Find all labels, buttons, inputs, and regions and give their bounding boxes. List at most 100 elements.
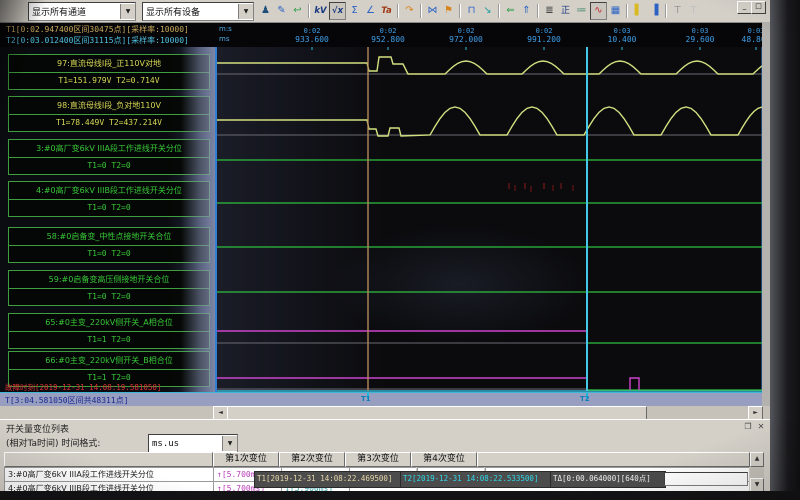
- waveform-header: T1[0:02.947400区间30475点][采样率:10000] T2[0:…: [0, 23, 770, 47]
- ta-time-icon[interactable]: Ta: [379, 3, 394, 19]
- blue-cursor-icon[interactable]: ▐: [647, 3, 662, 19]
- t2-interval-summary: T2[0:03.012400区间31115点][采样率:10000]: [6, 35, 189, 46]
- channel-box-97[interactable]: 97:直流母线I段_正110V对地T1=151.979V T2=0.714V: [8, 54, 210, 90]
- breaker-trace-ch66: [216, 378, 587, 390]
- monitor-bezel-right: [770, 0, 800, 500]
- switch-change-panel: 开关量变位列表 ❐ ✕ (相对Ta时间) 时间格式: ms.us ▼ 第1次变位…: [0, 419, 770, 492]
- time-tick: 0:02933.600: [284, 27, 340, 44]
- channel-box-65[interactable]: 65:#0主变_220kV侧开关_A相合位T1=1 T2=0: [8, 313, 210, 349]
- axis-unit-ms: ms: [219, 35, 229, 43]
- table-header-2[interactable]: 第2次变位: [279, 452, 345, 467]
- float-panel-icon[interactable]: ❐: [742, 422, 754, 431]
- t1-interval-summary: T1[0:02.947400区间30475点][采样率:10000]: [6, 24, 189, 35]
- fault-time-text: 故障时刻[2019-12-31 14:08:19.581050]: [5, 382, 161, 393]
- status-t2-time: T2[2019-12-31 14:08:22.533500]: [400, 471, 552, 488]
- zheng-count-icon[interactable]: 正: [558, 3, 573, 19]
- t2-tag-icon[interactable]: T: [686, 3, 701, 19]
- status-delta-time: TΔ[0:00.064000][640点]: [550, 471, 666, 488]
- t1-tag-icon[interactable]: T: [670, 3, 685, 19]
- swap-arrow-icon[interactable]: ↘: [480, 3, 495, 19]
- time-tick: 0:0310.400: [594, 27, 650, 44]
- table-corner-header: [4, 452, 213, 467]
- status-input-field[interactable]: [664, 472, 748, 486]
- status-t1-time: T1[2019-12-31 14:08:22.469500]: [254, 471, 402, 488]
- time-format-label: (相对Ta时间) 时间格式:: [6, 436, 100, 449]
- time-tick: 0:02991.200: [516, 27, 572, 44]
- channel-list-panel: 97:直流母线I段_正110V对地T1=151.979V T2=0.714V 9…: [0, 47, 215, 392]
- time-format-select[interactable]: ms.us ▼: [148, 434, 238, 453]
- analog-list-icon[interactable]: ≣: [542, 3, 557, 19]
- undo-arrow-icon[interactable]: ↩: [290, 3, 305, 19]
- kilovolt-icon[interactable]: kV: [313, 3, 328, 19]
- table-header-filler: [477, 452, 750, 467]
- analog-trace-ch97: [216, 57, 762, 74]
- phase-angle-icon[interactable]: ∠: [363, 3, 378, 19]
- table-header-1[interactable]: 第1次变位: [213, 452, 279, 467]
- table-row-name[interactable]: 3:#0高厂变6kV IIIA段工作进线开关分位: [4, 467, 215, 482]
- jump-arrow-icon[interactable]: ↷: [402, 3, 417, 19]
- channel-box-58[interactable]: 58:#0启备变_中性点接地开关合位T1=0 T2=0: [8, 227, 210, 263]
- overlap-view-icon[interactable]: ⊓: [464, 3, 479, 19]
- toolbar-separator: [498, 4, 500, 18]
- channel-box-3[interactable]: 3:#0高厂变6kV IIIA段工作进线开关分位T1=0 T2=0: [8, 139, 210, 175]
- device-filter-value: 显示所有设备: [143, 5, 238, 18]
- toolbar-separator: [397, 4, 399, 18]
- toolbar-icons: ♟ ✎ ↩ kV √x Σ ∠ Ta ↷ ⋈ ⚑ ⊓ ↘ ⇐ ⇑ ≣ 正 ≔ ∿…: [258, 2, 701, 20]
- time-tick: 0:02972.000: [438, 27, 494, 44]
- horizontal-scrollbar[interactable]: ◄ ►: [0, 406, 770, 419]
- cursor-t2-label[interactable]: T2: [580, 395, 590, 403]
- cursor-t1-label[interactable]: T1: [361, 395, 371, 403]
- record-interval-text: T[3:04.581050区间共48311点]: [5, 395, 129, 406]
- table-header-3[interactable]: 第3次变位: [345, 452, 411, 467]
- sum-sigma-icon[interactable]: Σ: [347, 3, 362, 19]
- channel-filter-select[interactable]: 显示所有通道 ▼: [28, 2, 136, 21]
- digital-list-icon[interactable]: ≔: [574, 3, 589, 19]
- monitor-bezel-bottom: [0, 491, 800, 500]
- toolbar-separator: [626, 4, 628, 18]
- toolbar-separator: [537, 4, 539, 18]
- toolbar-separator: [420, 4, 422, 18]
- reclose-pulse-ch66: [630, 378, 639, 390]
- time-tick: 0:02952.800: [360, 27, 416, 44]
- axis-unit-minsec: m:s: [219, 25, 232, 33]
- toolbar-separator: [459, 4, 461, 18]
- panel-title: 开关量变位列表: [6, 422, 69, 435]
- channel-filter-value: 显示所有通道: [29, 5, 120, 18]
- waveform-canvas[interactable]: [215, 47, 762, 392]
- time-format-value: ms.us: [149, 439, 222, 449]
- toolbar-separator: [308, 4, 310, 18]
- chevron-down-icon[interactable]: ▼: [222, 436, 237, 451]
- channel-box-59[interactable]: 59:#0启备变高压侧接地开关合位T1=0 T2=0: [8, 270, 210, 306]
- flag-icon[interactable]: ⚑: [441, 3, 456, 19]
- channel-box-98[interactable]: 98:直流母线I段_负对地110VT1=78.449V T2=437.214V: [8, 96, 210, 132]
- breaker-trace-ch65: [216, 331, 587, 343]
- app-window: 显示所有通道 ▼ 显示所有设备 ▼ ♟ ✎ ↩ kV √x Σ ∠ Ta ↷ ⋈…: [0, 0, 770, 491]
- waveform-view-icon[interactable]: ∿: [590, 2, 607, 20]
- table-vertical-scrollbar[interactable]: ▲ ▼: [750, 452, 764, 492]
- yellow-cursor-icon[interactable]: ▌: [631, 3, 646, 19]
- chevron-down-icon[interactable]: ▼: [238, 4, 253, 19]
- main-toolbar: 显示所有通道 ▼ 显示所有设备 ▼ ♟ ✎ ↩ kV √x Σ ∠ Ta ↷ ⋈…: [0, 0, 770, 23]
- table-header-4[interactable]: 第4次变位: [411, 452, 477, 467]
- close-panel-icon[interactable]: ✕: [755, 422, 767, 431]
- prev-arrow-icon[interactable]: ⇐: [503, 3, 518, 19]
- select-person-icon[interactable]: ♟: [258, 3, 273, 19]
- window-right-edge: [762, 22, 770, 406]
- device-filter-select[interactable]: 显示所有设备 ▼: [142, 2, 254, 21]
- analog-trace-ch98: [216, 107, 762, 136]
- chevron-down-icon[interactable]: ▼: [120, 4, 135, 19]
- next-arrow-icon[interactable]: ⇑: [519, 3, 534, 19]
- sqrt-icon[interactable]: √x: [329, 2, 346, 20]
- cursor-label-strip: T[3:04.581050区间共48311点] T1 T2: [0, 392, 762, 407]
- toolbar-separator: [665, 4, 667, 18]
- monitor-photo: 显示所有通道 ▼ 显示所有设备 ▼ ♟ ✎ ↩ kV √x Σ ∠ Ta ↷ ⋈…: [0, 0, 800, 500]
- edit-pen-icon[interactable]: ✎: [274, 3, 289, 19]
- waveform-plot[interactable]: [215, 47, 762, 392]
- minimize-button[interactable]: _: [737, 1, 752, 14]
- grid-view-icon[interactable]: ▦: [608, 3, 623, 19]
- maximize-button[interactable]: □: [751, 1, 766, 14]
- time-tick: 0:0329.600: [672, 27, 728, 44]
- channel-box-4[interactable]: 4:#0高厂变6kV IIIB段工作进线开关分位T1=0 T2=0: [8, 181, 210, 217]
- scroll-up-button[interactable]: ▲: [750, 452, 764, 467]
- bowtie-marker-icon[interactable]: ⋈: [425, 3, 440, 19]
